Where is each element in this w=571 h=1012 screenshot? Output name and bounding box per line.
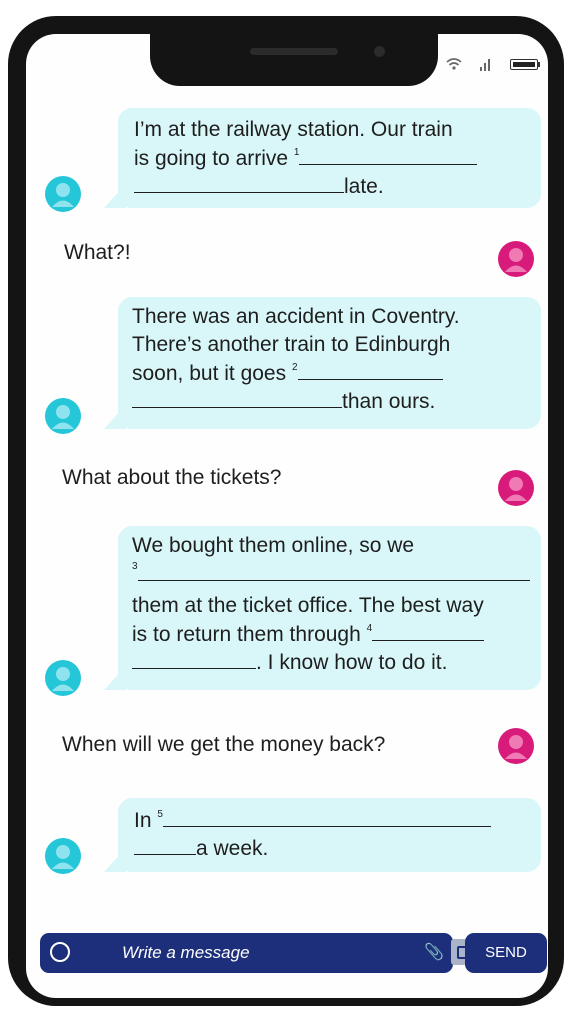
message-line: late.: [134, 172, 541, 200]
friend-avatar: [45, 660, 81, 696]
message-text-me: What about the tickets?: [62, 466, 282, 489]
message-line: There was an accident in Coventry.: [132, 305, 460, 328]
status-bar: [446, 57, 556, 73]
answer-blank: [134, 172, 344, 193]
battery-tip: [538, 62, 540, 67]
message-input-placeholder[interactable]: Write a message: [122, 943, 250, 963]
message-text-me: When will we get the money back?: [62, 733, 386, 756]
message-line: We bought them online, so we: [132, 534, 415, 557]
message-line: In 5: [134, 806, 541, 834]
friend-avatar: [45, 398, 81, 434]
answer-blank: [162, 806, 491, 827]
message-line: is going to arrive 1: [134, 144, 541, 172]
message-line: a week.: [134, 834, 541, 862]
message-line: soon, but it goes 2: [132, 359, 541, 387]
emoji-icon[interactable]: [50, 942, 70, 962]
front-camera: [374, 46, 385, 57]
message-line: . I know how to do it.: [132, 648, 541, 676]
answer-blank: [299, 144, 478, 165]
answer-blank: [132, 648, 256, 669]
message-bubble-friend: There was an accident in Coventry. There…: [104, 297, 541, 429]
battery-icon: [510, 59, 538, 70]
answer-blank: [372, 620, 485, 641]
message-line: There’s another train to Edinburgh: [132, 333, 451, 356]
user-avatar: [498, 470, 534, 506]
answer-blank: [297, 359, 443, 380]
message-line: them at the ticket office. The best way: [132, 594, 484, 617]
user-avatar: [498, 241, 534, 277]
message-line: than ours.: [132, 387, 541, 415]
answer-blank: [132, 387, 342, 408]
signal-icon: [480, 59, 490, 71]
phone-notch: [150, 30, 438, 86]
answer-blank: [137, 560, 530, 581]
send-button[interactable]: SEND: [465, 933, 547, 973]
message-composer[interactable]: Write a message 📎: [40, 933, 475, 973]
message-line: is to return them through 4: [132, 620, 541, 648]
user-avatar: [498, 728, 534, 764]
wifi-icon: [446, 57, 462, 74]
message-bubble-friend: In 5 a week.: [104, 798, 541, 872]
answer-blank: [134, 834, 196, 855]
speaker-grille: [250, 48, 338, 55]
friend-avatar: [45, 838, 81, 874]
message-line: 3: [132, 560, 541, 592]
attachment-icon[interactable]: 📎: [424, 942, 444, 962]
message-bubble-friend: I’m at the railway station. Our train is…: [104, 108, 541, 208]
message-line: I’m at the railway station. Our train: [134, 118, 453, 141]
message-text-me: What?!: [64, 241, 131, 264]
message-bubble-friend: We bought them online, so we 3 them at t…: [104, 526, 541, 690]
friend-avatar: [45, 176, 81, 212]
